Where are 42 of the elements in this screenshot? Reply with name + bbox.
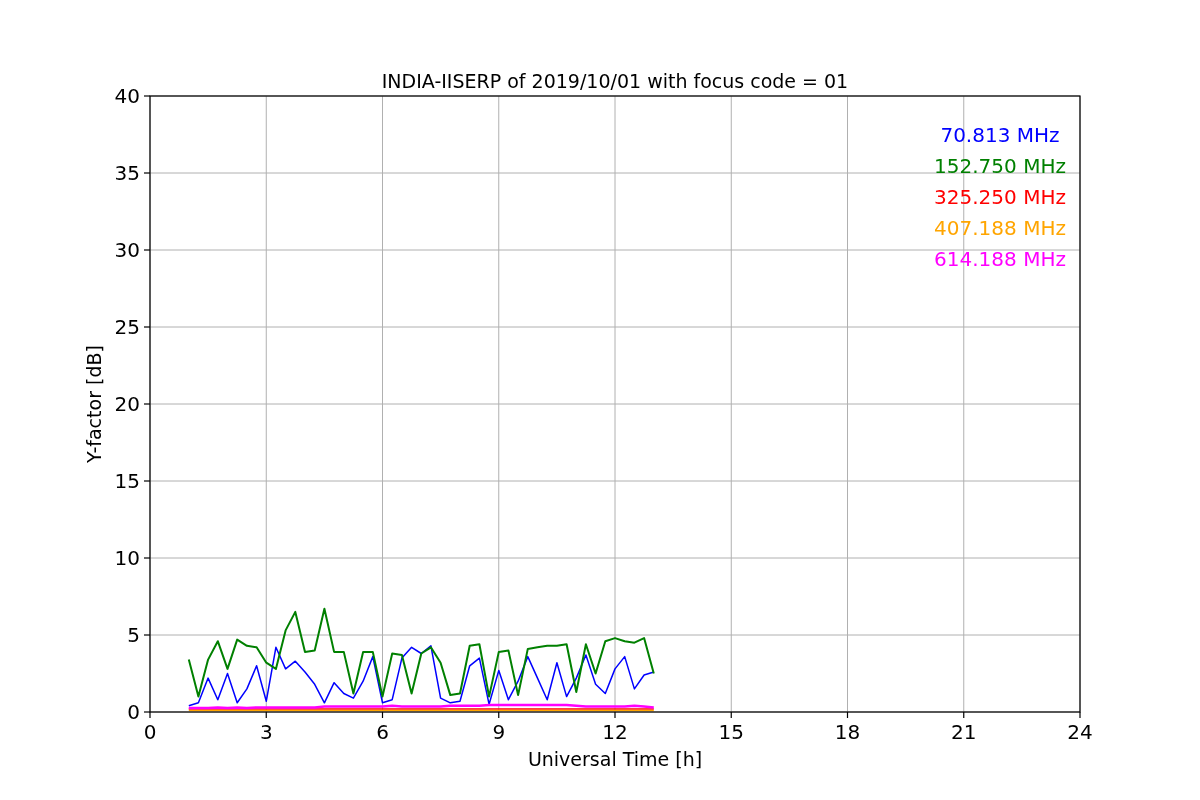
legend-label: 614.188 MHz [934, 247, 1066, 271]
tick-mark [730, 711, 732, 719]
x-tick-label: 9 [492, 720, 506, 744]
tick-mark [143, 95, 151, 97]
x-tick-label: 18 [834, 720, 861, 744]
tick-mark [614, 711, 616, 719]
tick-mark [143, 326, 151, 328]
y-tick-label: 10 [114, 546, 140, 570]
tick-mark [381, 711, 384, 719]
x-tick-label: 24 [1067, 720, 1093, 744]
x-axis-label: Universal Time [h] [527, 748, 703, 770]
tick-mark [1079, 711, 1081, 719]
y-tick-label: 30 [114, 238, 140, 262]
y-tick-label: 40 [114, 84, 140, 108]
tick-mark [143, 557, 151, 559]
tick-mark [143, 634, 151, 636]
tick-mark [143, 249, 151, 251]
y-tick-label: 20 [114, 392, 140, 416]
tick-mark [498, 711, 500, 719]
x-tick-label: 21 [951, 720, 977, 744]
tick-mark [265, 711, 267, 719]
tick-mark [143, 403, 151, 405]
x-tick-label: 15 [718, 720, 744, 744]
y-tick-label: 5 [127, 623, 140, 647]
x-tick-label: 6 [376, 720, 389, 744]
legend-label: 70.813 MHz [940, 123, 1060, 147]
y-tick-label: 35 [114, 161, 140, 185]
tick-mark [963, 711, 965, 719]
y-tick-label: 15 [114, 469, 140, 493]
legend-label: 152.750 MHz [934, 154, 1066, 178]
x-tick-label: 3 [259, 720, 273, 744]
legend-label: 407.188 MHz [934, 216, 1066, 240]
chart-title: INDIA-IISERP of 2019/10/01 with focus code = 01 [381, 70, 849, 92]
y-axis-label: Y-factor [dB] [83, 345, 105, 463]
x-tick-label: 12 [602, 720, 628, 744]
tick-mark [846, 711, 849, 719]
legend-label: 325.250 MHz [934, 185, 1066, 209]
y-tick-label: 25 [114, 315, 140, 339]
tick-mark [143, 172, 151, 174]
x-tick-label: 0 [143, 720, 157, 744]
tick-mark [143, 480, 151, 482]
y-tick-label: 0 [127, 700, 140, 724]
